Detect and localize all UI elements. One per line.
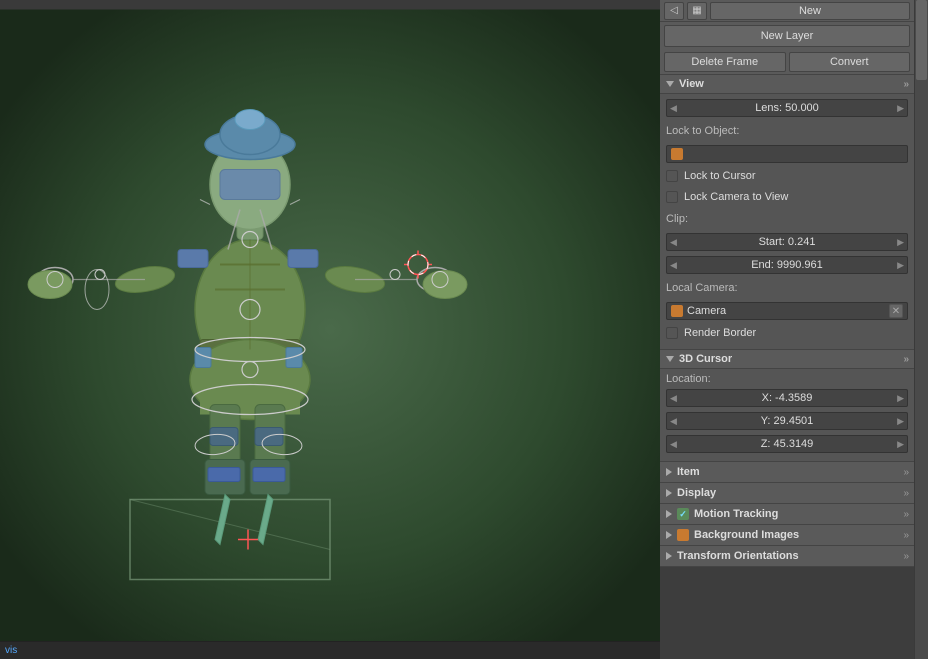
item-section-arrows: » bbox=[903, 467, 908, 478]
cursor-z-field[interactable]: ◀ Z: 45.3149 ▶ bbox=[666, 435, 908, 453]
background-images-label: Background Images bbox=[677, 529, 799, 541]
panel-inner: ◁ ▦ New New Layer Delete Frame Convert V… bbox=[660, 0, 914, 659]
cursor-3d-arrows: » bbox=[903, 354, 908, 365]
item-section-header[interactable]: Item » bbox=[660, 462, 914, 483]
lock-to-cursor-row[interactable]: Lock to Cursor bbox=[666, 167, 908, 185]
background-images-chevron bbox=[666, 531, 672, 539]
new-header-btn[interactable]: New bbox=[710, 2, 910, 20]
clip-label-row: Clip: bbox=[666, 209, 908, 229]
display-section-chevron bbox=[666, 489, 672, 497]
action-row: Delete Frame Convert bbox=[660, 50, 914, 75]
cursor-x-row: ◀ X: -4.3589 ▶ bbox=[666, 388, 908, 408]
motion-tracking-check-icon: ✓ bbox=[677, 508, 689, 520]
display-section-arrows: » bbox=[903, 488, 908, 499]
motion-tracking-chevron bbox=[666, 510, 672, 518]
new-layer-button[interactable]: New Layer bbox=[664, 25, 910, 47]
transform-orientations-chevron bbox=[666, 552, 672, 560]
properties-panel: ◁ ▦ New New Layer Delete Frame Convert V… bbox=[660, 0, 928, 659]
render-border-row[interactable]: Render Border bbox=[666, 324, 908, 342]
lock-to-object-field-row bbox=[666, 144, 908, 164]
transform-orientations-arrows: » bbox=[903, 551, 908, 562]
motion-tracking-arrows: » bbox=[903, 509, 908, 520]
lens-row: ◀ Lens: 50.000 ▶ bbox=[666, 98, 908, 118]
viewport-statusbar: vis bbox=[0, 641, 660, 659]
lock-to-cursor-checkbox[interactable] bbox=[666, 170, 678, 182]
camera-clear-button[interactable]: ✕ bbox=[889, 304, 903, 318]
transform-orientations-label: Transform Orientations bbox=[677, 550, 799, 562]
render-border-checkbox[interactable] bbox=[666, 327, 678, 339]
cursor-y-field[interactable]: ◀ Y: 29.4501 ▶ bbox=[666, 412, 908, 430]
background-images-section-header[interactable]: Background Images » bbox=[660, 525, 914, 546]
clip-end-field[interactable]: ◀ End: 9990.961 ▶ bbox=[666, 256, 908, 274]
view-section-chevron bbox=[666, 81, 674, 87]
cursor-y-row: ◀ Y: 29.4501 ▶ bbox=[666, 411, 908, 431]
clip-end-row: ◀ End: 9990.961 ▶ bbox=[666, 255, 908, 275]
display-section-label: Display bbox=[677, 487, 716, 499]
motion-tracking-section-header[interactable]: ✓ Motion Tracking » bbox=[660, 504, 914, 525]
view-section-content: ◀ Lens: 50.000 ▶ Lock to Object: Lock to… bbox=[660, 94, 914, 350]
cursor-3d-chevron bbox=[666, 356, 674, 362]
clip-start-field[interactable]: ◀ Start: 0.241 ▶ bbox=[666, 233, 908, 251]
local-camera-label-row: Local Camera: bbox=[666, 278, 908, 298]
scrollbar-thumb[interactable] bbox=[916, 0, 927, 80]
viewport-3d[interactable]: vis bbox=[0, 0, 660, 659]
motion-tracking-label: ✓ Motion Tracking bbox=[677, 508, 778, 520]
view-section-arrows: » bbox=[903, 79, 908, 90]
cursor-3d-section-header[interactable]: 3D Cursor » bbox=[660, 350, 914, 369]
camera-icon bbox=[671, 305, 683, 317]
transform-orientations-header[interactable]: Transform Orientations » bbox=[660, 546, 914, 567]
lock-to-object-row: Lock to Object: bbox=[666, 121, 908, 141]
lock-to-object-field[interactable] bbox=[666, 145, 908, 163]
item-section-chevron bbox=[666, 468, 672, 476]
clip-start-row: ◀ Start: 0.241 ▶ bbox=[666, 232, 908, 252]
panel-scrollbar[interactable] bbox=[914, 0, 928, 659]
local-camera-field-row: Camera ✕ bbox=[666, 301, 908, 321]
cursor-x-field[interactable]: ◀ X: -4.3589 ▶ bbox=[666, 389, 908, 407]
lock-camera-row[interactable]: Lock Camera to View bbox=[666, 188, 908, 206]
camera-field[interactable]: Camera ✕ bbox=[666, 302, 908, 320]
lock-object-icon bbox=[671, 148, 683, 160]
delete-frame-button[interactable]: Delete Frame bbox=[664, 52, 786, 72]
panel-toolbar: ◁ ▦ New bbox=[660, 0, 914, 22]
background-images-arrows: » bbox=[903, 530, 908, 541]
toolbar-icon-grid[interactable]: ▦ bbox=[687, 2, 707, 20]
view-section-header[interactable]: View » bbox=[660, 75, 914, 94]
item-section-label: Item bbox=[677, 466, 700, 478]
lock-camera-checkbox[interactable] bbox=[666, 191, 678, 203]
status-text: vis bbox=[5, 645, 17, 656]
cursor-z-row: ◀ Z: 45.3149 ▶ bbox=[666, 434, 908, 454]
new-layer-row: New Layer bbox=[660, 22, 914, 50]
display-section-header[interactable]: Display » bbox=[660, 483, 914, 504]
background-images-icon bbox=[677, 529, 689, 541]
convert-button[interactable]: Convert bbox=[789, 52, 911, 72]
lens-field[interactable]: ◀ Lens: 50.000 ▶ bbox=[666, 99, 908, 117]
cursor-3d-content: Location: ◀ X: -4.3589 ▶ ◀ Y: 29.4501 ▶ bbox=[660, 369, 914, 462]
toolbar-icon-left[interactable]: ◁ bbox=[664, 2, 684, 20]
